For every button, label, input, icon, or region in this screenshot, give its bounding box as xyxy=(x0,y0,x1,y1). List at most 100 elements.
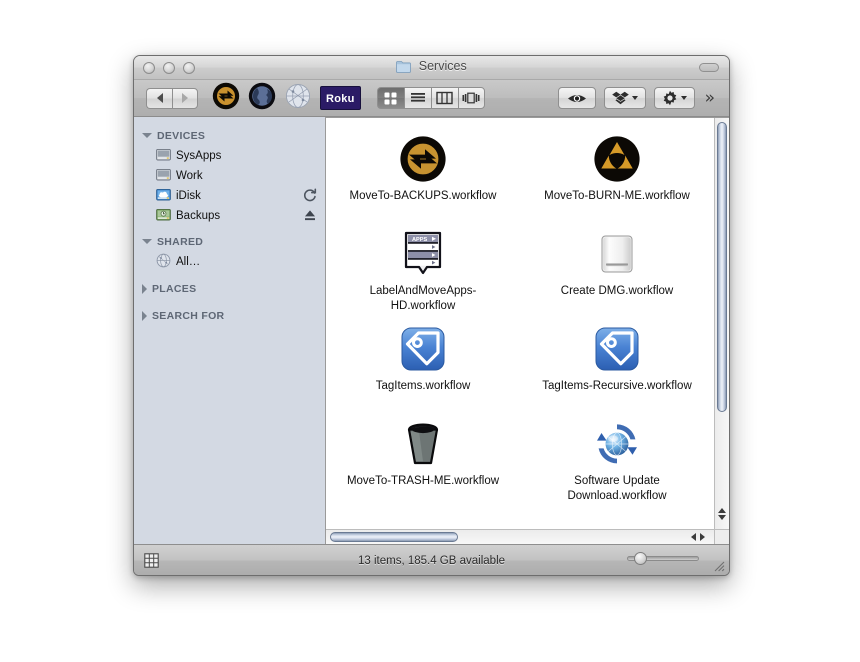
coverflow-view-button[interactable] xyxy=(457,87,485,109)
disk-image-drive-icon xyxy=(594,229,640,279)
eye-icon xyxy=(567,94,586,102)
sidebar-group-search-for[interactable]: SEARCH FOR xyxy=(134,305,325,326)
chevron-down-icon xyxy=(631,96,638,100)
vertical-scrollbar[interactable] xyxy=(714,118,729,529)
burn-radiation-icon xyxy=(593,134,641,184)
custom-toolbar-items: Roku xyxy=(212,82,361,115)
file-name: LabelAndMoveApps-HD.workflow xyxy=(369,285,477,312)
view-mode-segmented-control xyxy=(376,87,485,109)
window-body: DEVICES SysApps Work iDisk Backups SHARE… xyxy=(134,117,729,544)
file-item[interactable]: MoveTo-BURN-ME.workflow xyxy=(520,130,714,225)
file-item[interactable]: Software Update Download.workflow xyxy=(520,415,714,510)
sidebar-item-label: iDisk xyxy=(176,190,201,202)
file-name: TagItems-Recursive.workflow xyxy=(542,380,692,392)
sidebar-group-devices[interactable]: DEVICES xyxy=(134,125,325,146)
back-button[interactable] xyxy=(146,87,172,109)
file-name: MoveTo-BACKUPS.workflow xyxy=(349,190,497,202)
file-name: TagItems.workflow xyxy=(375,380,471,392)
hard-drive-icon xyxy=(156,148,171,165)
gear-icon xyxy=(663,90,676,106)
moveto-backups-toolbar-icon[interactable] xyxy=(212,82,240,115)
column-view-button[interactable] xyxy=(430,87,458,109)
sidebar-item-backups[interactable]: Backups xyxy=(134,206,325,226)
chevron-down-icon xyxy=(680,96,687,100)
navigation-segmented-control xyxy=(146,87,198,109)
folder-icon xyxy=(396,60,412,76)
roku-toolbar-label: Roku xyxy=(326,93,355,105)
icon-view-button[interactable] xyxy=(376,87,404,109)
blue-tag-icon xyxy=(399,324,447,374)
globe-light-toolbar-icon[interactable] xyxy=(284,82,312,115)
file-name: Software Update Download.workflow xyxy=(567,475,667,502)
toolbar-toggle-button[interactable] xyxy=(699,63,719,72)
sidebar-item-idisk[interactable]: iDisk xyxy=(134,186,325,206)
window-title-text: Services xyxy=(418,59,467,73)
sidebar: DEVICES SysApps Work iDisk Backups SHARE… xyxy=(134,117,326,544)
window-title-group: Services xyxy=(134,59,729,76)
action-menu-button[interactable] xyxy=(653,87,695,109)
forward-button[interactable] xyxy=(172,87,198,109)
sidebar-item-label: Backups xyxy=(176,210,221,222)
file-name: MoveTo-BURN-ME.workflow xyxy=(544,190,690,202)
moveto-backups-icon xyxy=(399,134,447,184)
icon-size-slider[interactable] xyxy=(627,552,699,565)
toolbar-right-group: » xyxy=(557,87,717,109)
file-item[interactable]: MoveTo-TRASH-ME.workflow xyxy=(326,415,520,510)
scroll-right-button[interactable] xyxy=(700,533,705,541)
sync-icon[interactable] xyxy=(303,188,317,206)
sidebar-group-label: SHARED xyxy=(157,235,204,248)
file-name: Create DMG.workflow xyxy=(560,285,674,297)
eject-icon[interactable] xyxy=(303,208,317,226)
disclosure-triangle-closed-icon[interactable] xyxy=(142,283,147,294)
globe-dark-toolbar-icon[interactable] xyxy=(248,82,276,115)
vertical-scroll-steppers xyxy=(715,499,729,529)
scrollbar-corner xyxy=(714,529,729,544)
scroll-up-button[interactable] xyxy=(718,508,726,513)
trash-can-icon xyxy=(400,419,446,469)
roku-toolbar-icon[interactable]: Roku xyxy=(320,86,361,110)
sidebar-group-label: SEARCH FOR xyxy=(152,309,225,322)
file-item[interactable]: MoveTo-BACKUPS.workflow xyxy=(326,130,520,225)
apps-menu-list-icon: APPS xyxy=(401,229,445,279)
window-resize-grip[interactable] xyxy=(712,559,725,572)
sidebar-item-label: SysApps xyxy=(176,150,222,162)
list-view-button[interactable] xyxy=(403,87,431,109)
sidebar-group-label: DEVICES xyxy=(157,129,206,142)
file-item[interactable]: TagItems.workflow xyxy=(326,320,520,415)
file-item[interactable]: APPS LabelAndMoveApps-HD.workflow xyxy=(326,225,520,320)
disclosure-triangle-open-icon[interactable] xyxy=(142,133,152,138)
network-globe-icon xyxy=(156,253,171,271)
horizontal-scroll-thumb[interactable] xyxy=(330,532,458,542)
blue-tag-icon xyxy=(593,324,641,374)
file-item[interactable]: Create DMG.workflow xyxy=(520,225,714,320)
scroll-down-button[interactable] xyxy=(718,515,726,520)
dropbox-menu-button[interactable] xyxy=(603,87,646,109)
finder-window: Services Roku » DEVICES SysApps Work iDi… xyxy=(133,55,730,576)
quicklook-button[interactable] xyxy=(557,87,596,109)
backup-disk-icon xyxy=(156,208,171,225)
toolbar-overflow-button[interactable]: » xyxy=(705,89,715,107)
disclosure-triangle-closed-icon[interactable] xyxy=(142,310,147,321)
sidebar-group-label: PLACES xyxy=(152,282,197,295)
scroll-left-button[interactable] xyxy=(691,533,696,541)
sidebar-item-all[interactable]: All… xyxy=(134,252,325,272)
disclosure-triangle-open-icon[interactable] xyxy=(142,239,152,244)
chevron-right-icon xyxy=(182,93,188,103)
sidebar-item-label: All… xyxy=(176,256,201,268)
horizontal-scroll-steppers xyxy=(683,530,713,544)
file-name: MoveTo-TRASH-ME.workflow xyxy=(346,475,500,487)
vertical-scroll-thumb[interactable] xyxy=(717,122,727,412)
sidebar-item-sysapps[interactable]: SysApps xyxy=(134,146,325,166)
file-item[interactable]: TagItems-Recursive.workflow xyxy=(520,320,714,415)
horizontal-scrollbar[interactable] xyxy=(326,529,714,544)
title-bar[interactable]: Services xyxy=(134,56,729,80)
file-grid-area: MoveTo-BACKUPS.workflow MoveTo-BURN-ME.w… xyxy=(326,117,729,544)
sidebar-item-work[interactable]: Work xyxy=(134,166,325,186)
icon-size-slider-knob[interactable] xyxy=(634,552,647,565)
dropbox-icon xyxy=(611,91,629,105)
icon-grid: MoveTo-BACKUPS.workflow MoveTo-BURN-ME.w… xyxy=(326,118,714,529)
sidebar-group-places[interactable]: PLACES xyxy=(134,278,325,299)
hard-drive-icon xyxy=(156,168,171,185)
sidebar-group-shared[interactable]: SHARED xyxy=(134,231,325,252)
software-update-icon xyxy=(593,419,641,469)
